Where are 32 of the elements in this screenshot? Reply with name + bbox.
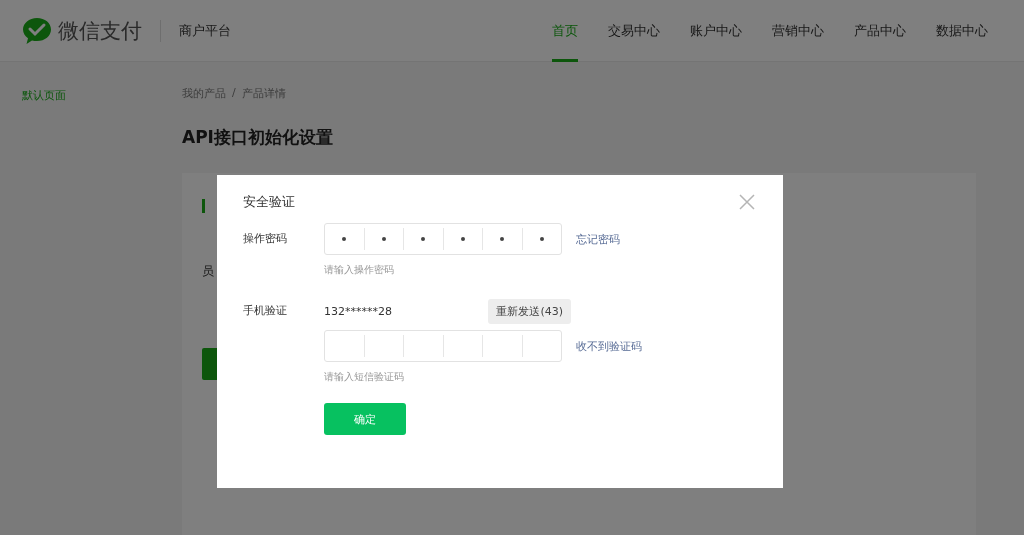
confirm-button[interactable]: 确定	[324, 403, 406, 435]
help-link[interactable]: 忘记密码	[576, 231, 620, 247]
filled-digit-dot	[421, 237, 426, 241]
dialog-title: 安全验证	[243, 193, 295, 211]
nav-tab[interactable]: 营销中心	[772, 0, 824, 62]
filled-digit-dot	[500, 237, 505, 241]
code-input-field[interactable]	[324, 223, 562, 255]
code-input-field[interactable]	[324, 330, 562, 362]
resend-button[interactable]: 重新发送(43)	[488, 299, 571, 324]
chat-bubble-check-icon	[22, 16, 52, 45]
platform-name: 商户平台	[179, 21, 231, 40]
close-icon[interactable]	[739, 194, 755, 210]
field-label: 员	[202, 263, 214, 280]
filled-digit-dot	[342, 237, 347, 241]
field-hint: 请输入操作密码	[324, 263, 395, 277]
field-hint: 请输入短信验证码	[324, 370, 405, 384]
field-label: 操作密码	[243, 231, 288, 247]
section-marker	[202, 199, 205, 213]
help-link[interactable]: 收不到验证码	[576, 338, 642, 354]
filled-digit-dot	[381, 237, 386, 241]
filled-digit-dot	[460, 237, 465, 241]
nav-tab[interactable]: 账户中心	[690, 0, 742, 62]
filled-digit-dot	[539, 237, 544, 241]
phone-number: 132******28	[324, 305, 392, 318]
nav-tab[interactable]: 产品中心	[854, 0, 906, 62]
nav-tab[interactable]: 数据中心	[936, 0, 988, 62]
nav-tab[interactable]: 交易中心	[608, 0, 660, 62]
breadcrumb-separator: /	[232, 86, 236, 101]
logo-text: 微信支付	[58, 17, 142, 45]
nav-tab[interactable]: 首页	[552, 0, 578, 62]
page-title: API接口初始化设置	[182, 126, 334, 149]
field-label: 手机验证	[243, 303, 288, 319]
